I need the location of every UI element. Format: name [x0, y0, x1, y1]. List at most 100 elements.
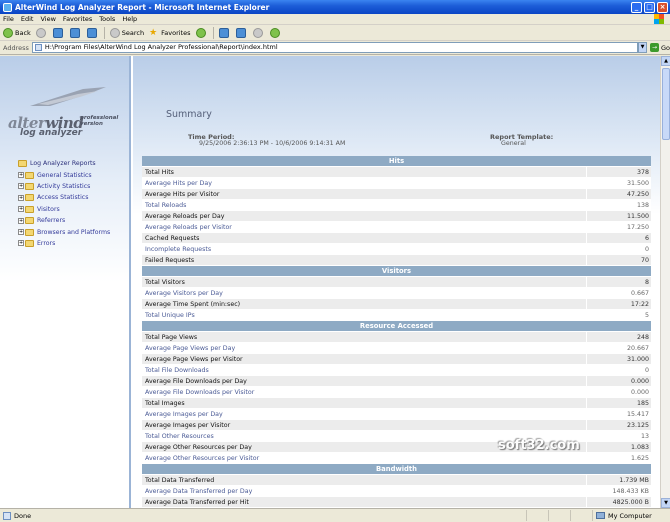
- metric-value: 15.417: [586, 409, 651, 419]
- metric-label: Average Other Resources per Visitor: [145, 455, 260, 462]
- minimize-button[interactable]: _: [631, 1, 642, 13]
- table-row: Average Reloads per Day 11.500: [142, 211, 651, 222]
- tree-item-referrers[interactable]: + Referrers: [18, 215, 110, 226]
- metric-value: 0: [586, 365, 651, 375]
- menu-view[interactable]: View: [40, 15, 55, 23]
- metric-label: Average Hits per Visitor: [145, 191, 220, 198]
- table-row: Total Unique IPs 5: [142, 310, 651, 321]
- metric-label: Average Data Transferred per Hit: [145, 499, 249, 506]
- tree-root[interactable]: Log Analyzer Reports: [18, 158, 110, 169]
- summary-table: Hits Total Hits 378 Average Hits per Day 31.…: [142, 156, 651, 508]
- address-label: Address: [3, 43, 29, 52]
- favorites-button[interactable]: ★ Favorites: [149, 28, 190, 38]
- table-row: Total Images 185: [142, 398, 651, 409]
- scroll-up-button[interactable]: ▲: [661, 56, 670, 66]
- my-computer-icon: [596, 512, 605, 519]
- tree-item-access-statistics[interactable]: + Access Statistics: [18, 192, 110, 203]
- mail-button[interactable]: [235, 27, 248, 38]
- table-row: Total File Downloads 0: [142, 365, 651, 376]
- metric-label: Incomplete Requests: [145, 246, 212, 253]
- metric-value: 0: [586, 244, 651, 254]
- messenger-icon: [269, 27, 280, 38]
- scroll-thumb[interactable]: [662, 68, 670, 140]
- folder-icon: [25, 194, 34, 202]
- expand-icon[interactable]: +: [18, 217, 24, 224]
- report-tree: Log Analyzer Reports + General Statistic…: [18, 158, 110, 249]
- metric-value: 0.000: [586, 387, 651, 397]
- expand-icon[interactable]: +: [18, 172, 24, 179]
- page-icon: [3, 511, 11, 520]
- media-button[interactable]: [195, 27, 208, 38]
- home-button[interactable]: [86, 27, 99, 38]
- table-row: Total Visitors 8: [142, 277, 651, 288]
- metric-label: Average Page Views per Day: [145, 345, 236, 352]
- tree-item-errors[interactable]: + Errors: [18, 238, 110, 249]
- print-button[interactable]: [252, 27, 265, 38]
- window-title: AlterWind Log Analyzer Report - Microsof…: [15, 2, 270, 12]
- vertical-scrollbar[interactable]: ▲ ▼: [660, 56, 670, 508]
- table-row: Average Reloads per Visitor 17.250: [142, 222, 651, 233]
- expand-icon[interactable]: +: [18, 206, 24, 213]
- window-titlebar: AlterWind Log Analyzer Report - Microsof…: [0, 0, 670, 14]
- star-icon: ★: [149, 27, 158, 38]
- table-row: Average Time Spent (min:sec) 17:22: [142, 299, 651, 310]
- maximize-button[interactable]: □: [644, 1, 655, 13]
- metric-value: 31.500: [586, 178, 651, 188]
- tree-item-visitors[interactable]: + Visitors: [18, 204, 110, 215]
- expand-icon[interactable]: +: [18, 240, 24, 247]
- metric-value: 31.000: [586, 354, 651, 364]
- metric-value: 70: [586, 255, 651, 265]
- metric-label: Average Time Spent (min:sec): [145, 301, 241, 308]
- back-button[interactable]: Back: [3, 27, 31, 38]
- metric-label: Average File Downloads per Day: [145, 378, 247, 385]
- status-bar: Done My Computer: [0, 508, 670, 522]
- metric-value: 47.250: [586, 189, 651, 199]
- menu-favorites[interactable]: Favorites: [63, 15, 92, 23]
- folder-icon: [25, 171, 34, 179]
- messenger-button[interactable]: [269, 27, 282, 38]
- page-content: alterwind professional version log analyz…: [0, 56, 660, 508]
- metric-value: 248: [586, 332, 651, 342]
- expand-icon[interactable]: +: [18, 229, 24, 236]
- time-period-value: 9/25/2006 2:36:13 PM - 10/6/2006 9:14:31…: [199, 140, 346, 147]
- address-dropdown-button[interactable]: ▼: [638, 42, 647, 53]
- mail-icon: [235, 27, 246, 38]
- go-button[interactable]: → Go: [649, 43, 670, 52]
- folder-icon: [25, 228, 34, 236]
- table-row: Average Other Resources per Visitor 1.625: [142, 453, 651, 464]
- menu-tools[interactable]: Tools: [99, 15, 115, 23]
- close-button[interactable]: ×: [657, 1, 668, 13]
- address-bar: Address H:\Program Files\AlterWind Log A…: [0, 41, 670, 55]
- table-row: Average Images per Visitor 23.125: [142, 420, 651, 431]
- address-input[interactable]: H:\Program Files\AlterWind Log Analyzer …: [31, 42, 639, 53]
- expand-icon[interactable]: +: [18, 183, 24, 190]
- expand-icon[interactable]: +: [18, 194, 24, 201]
- search-button[interactable]: Search: [109, 27, 144, 38]
- metric-label: Average Visitors per Day: [145, 290, 223, 297]
- tree-item-general-statistics[interactable]: + General Statistics: [18, 169, 110, 180]
- tree-item-browsers-and-platforms[interactable]: + Browsers and Platforms: [18, 226, 110, 237]
- metric-label: Total Data Transferred: [145, 477, 215, 484]
- menu-edit[interactable]: Edit: [21, 15, 34, 23]
- history-button[interactable]: [218, 27, 231, 38]
- back-label: Back: [15, 28, 31, 37]
- alterwind-logo: alterwind professional version log analyz…: [8, 86, 126, 141]
- scroll-down-button[interactable]: ▼: [661, 498, 670, 508]
- tree-item-activity-statistics[interactable]: + Activity Statistics: [18, 181, 110, 192]
- metric-label: Total Reloads: [145, 202, 187, 209]
- metric-label: Failed Requests: [145, 257, 195, 264]
- metric-value: 1.739 MB: [586, 475, 651, 485]
- forward-button[interactable]: [35, 27, 48, 38]
- toolbar: Back Search ★ Favorites: [0, 25, 670, 41]
- metric-value: 20.667: [586, 343, 651, 353]
- media-icon: [195, 27, 206, 38]
- menu-help[interactable]: Help: [122, 15, 137, 23]
- search-icon: [109, 27, 120, 38]
- refresh-button[interactable]: [69, 27, 82, 38]
- section-header: Hits: [142, 156, 651, 167]
- metric-value: 5: [586, 310, 651, 320]
- stop-button[interactable]: [52, 27, 65, 38]
- menu-file[interactable]: File: [3, 15, 14, 23]
- history-icon: [218, 27, 229, 38]
- section-header: Resource Accessed: [142, 321, 651, 332]
